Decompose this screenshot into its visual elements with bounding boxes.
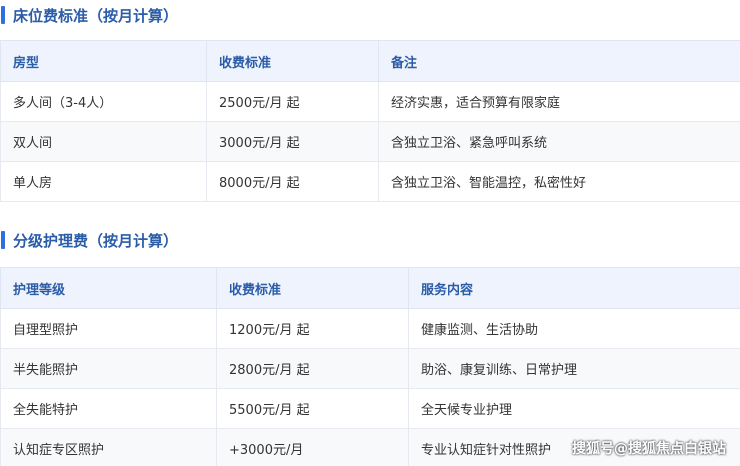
table-row: 单人房 8000元/月 起 含独立卫浴、智能温控，私密性好 (0, 161, 740, 202)
table-header-row: 房型 收费标准 备注 (0, 40, 740, 82)
cell-fee: +3000元/月 (216, 428, 409, 466)
section-accent-bar (1, 231, 5, 249)
cell-fee: 1200元/月 起 (216, 308, 409, 349)
page: 床位费标准（按月计算） 房型 收费标准 备注 多人间（3-4人） 2500元/月… (0, 0, 740, 466)
cell-remarks: 经济实惠，适合预算有限家庭 (378, 81, 740, 122)
cell-room-type: 双人间 (0, 121, 207, 162)
bed-fee-section-title: 床位费标准（按月计算） (0, 2, 178, 28)
cell-remarks: 含独立卫浴、紧急呼叫系统 (378, 121, 740, 162)
cell-fee: 5500元/月 起 (216, 388, 409, 429)
bed-fee-title-text: 床位费标准（按月计算） (13, 6, 179, 25)
column-header-fee-standard: 收费标准 (216, 267, 409, 309)
cell-service: 全天候专业护理 (408, 388, 740, 429)
cell-fee: 2800元/月 起 (216, 348, 409, 389)
bed-fee-table: 房型 收费标准 备注 多人间（3-4人） 2500元/月 起 经济实惠，适合预算… (0, 40, 740, 202)
cell-care-level: 认知症专区照护 (0, 428, 217, 466)
column-header-service-content: 服务内容 (408, 267, 740, 309)
table-header-row: 护理等级 收费标准 服务内容 (0, 267, 740, 309)
cell-fee: 2500元/月 起 (206, 81, 379, 122)
care-fee-section-title: 分级护理费（按月计算） (0, 227, 178, 253)
watermark: 搜狐号@搜狐焦点白银站 (572, 441, 726, 457)
column-header-remarks: 备注 (378, 40, 740, 82)
column-header-room-type: 房型 (0, 40, 207, 82)
section-accent-bar (1, 6, 5, 24)
cell-fee: 3000元/月 起 (206, 121, 379, 162)
cell-service: 助浴、康复训练、日常护理 (408, 348, 740, 389)
cell-care-level: 自理型照护 (0, 308, 217, 349)
cell-care-level: 全失能特护 (0, 388, 217, 429)
care-fee-title-text: 分级护理费（按月计算） (13, 231, 179, 250)
table-row: 全失能特护 5500元/月 起 全天候专业护理 (0, 388, 740, 429)
table-row: 半失能照护 2800元/月 起 助浴、康复训练、日常护理 (0, 348, 740, 389)
cell-service: 健康监测、生活协助 (408, 308, 740, 349)
cell-remarks: 含独立卫浴、智能温控，私密性好 (378, 161, 740, 202)
cell-room-type: 单人房 (0, 161, 207, 202)
column-header-fee-standard: 收费标准 (206, 40, 379, 82)
table-row: 双人间 3000元/月 起 含独立卫浴、紧急呼叫系统 (0, 121, 740, 162)
cell-room-type: 多人间（3-4人） (0, 81, 207, 122)
cell-fee: 8000元/月 起 (206, 161, 379, 202)
care-fee-table: 护理等级 收费标准 服务内容 自理型照护 1200元/月 起 健康监测、生活协助… (0, 267, 740, 466)
cell-care-level: 半失能照护 (0, 348, 217, 389)
column-header-care-level: 护理等级 (0, 267, 217, 309)
table-row: 多人间（3-4人） 2500元/月 起 经济实惠，适合预算有限家庭 (0, 81, 740, 122)
table-row: 自理型照护 1200元/月 起 健康监测、生活协助 (0, 308, 740, 349)
